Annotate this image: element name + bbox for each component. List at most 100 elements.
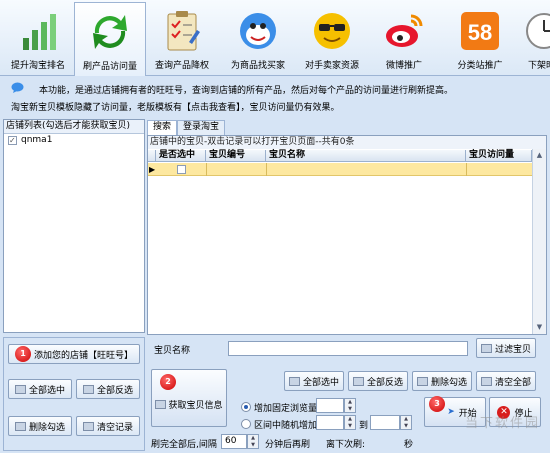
eraser-icon xyxy=(14,421,26,431)
step-1-badge: 1 xyxy=(14,346,31,362)
info-text-line1: 本功能，是通过店铺拥有者的旺旺号，查询到店铺的所有产品，然后对每个产品的访问量进… xyxy=(39,86,454,96)
random-min-input[interactable] xyxy=(316,415,344,430)
scroll-down-icon[interactable]: ▼ xyxy=(533,321,546,334)
invert-items-button[interactable]: 全部反选 xyxy=(348,371,408,391)
row-checkbox[interactable] xyxy=(177,165,186,174)
fixed-increase-input[interactable] xyxy=(316,398,344,413)
random-increase-label: 区间中随机增加 xyxy=(254,421,318,431)
add-shop-label: 添加您的店铺【旺旺号】 xyxy=(33,350,133,361)
scroll-up-icon[interactable]: ▲ xyxy=(533,149,546,162)
toolbar-label: 查询产品降权 xyxy=(154,61,209,71)
random-max-stepper[interactable]: ▲ ▼ xyxy=(400,415,412,430)
next-refresh-unit: 秒 xyxy=(404,440,414,450)
clear-shops-button[interactable]: 清空记录 xyxy=(76,416,140,436)
random-increase-radio[interactable] xyxy=(241,419,251,429)
refresh-arrows-icon xyxy=(93,15,127,49)
clipboard-check-icon xyxy=(167,11,200,51)
select-all-icon xyxy=(288,376,300,386)
info-text-line2: 淘宝新宝贝模板隐藏了访问量，老版模板有【点击我查看】，宝贝访问量仍有效果。 xyxy=(11,103,340,113)
fetch-icon xyxy=(155,399,167,409)
grid-caption: 店铺中的宝贝-双击记录可以打开宝贝页面--共有0条 xyxy=(148,136,546,149)
tab-login-taobao[interactable]: 登录淘宝 xyxy=(177,120,226,135)
grid-scrollbar[interactable]: ▲ ▼ xyxy=(532,149,546,334)
select-all-label: 全部选中 xyxy=(302,377,339,388)
fixed-increase-label: 增加固定浏览量 xyxy=(254,404,318,414)
random-max-input[interactable] xyxy=(370,415,400,430)
to-label: 到 xyxy=(359,421,369,431)
eraser-icon xyxy=(416,376,428,386)
bar-chart-icon xyxy=(23,14,56,50)
clock-icon xyxy=(526,13,550,49)
col-header-item-id[interactable]: 宝贝编号 xyxy=(206,150,266,162)
item-name-input[interactable] xyxy=(228,341,468,356)
fixed-increase-stepper[interactable]: ▲ ▼ xyxy=(344,398,356,413)
random-min-stepper[interactable]: ▲ ▼ xyxy=(344,415,356,430)
delete-checked-shops-button[interactable]: 删除勾选 xyxy=(8,416,72,436)
toolbar-item-weibo[interactable]: 微博推广 xyxy=(368,2,440,74)
interval-input[interactable]: 60 xyxy=(221,434,247,449)
toolbar-label: 对手卖家资源 xyxy=(304,61,359,71)
fixed-increase-radio[interactable] xyxy=(241,402,251,412)
invert-select-icon xyxy=(352,376,364,386)
add-shop-button[interactable]: 1 添加您的店铺【旺旺号】 xyxy=(8,344,140,364)
toolbar-label: 下架时 xyxy=(528,61,550,71)
toolbar-item-visits[interactable]: 刷产品访问量 xyxy=(74,2,146,76)
clear-label: 清空记录 xyxy=(96,422,133,433)
clear-all-items-button[interactable]: 清空全部 xyxy=(476,371,536,391)
weibo-icon xyxy=(386,14,423,47)
toolbar-item-find-buyers[interactable]: 为商品找买家 xyxy=(222,2,294,74)
shop-checkbox[interactable] xyxy=(8,134,17,147)
toolbar: 提升淘宝排名 刷产品访问量 查询产品降权 为商品找买家 对手卖家资源 微博推广 … xyxy=(0,0,550,76)
fetch-label: 获取宝贝信息 xyxy=(168,400,223,411)
filter-icon xyxy=(480,343,492,353)
watermark-text: 当下软件园 xyxy=(464,416,540,431)
shop-name: qnma1 xyxy=(21,135,53,145)
sunglasses-face-icon xyxy=(314,13,350,49)
col-header-item-name[interactable]: 宝贝名称 xyxy=(266,150,466,162)
clear-icon xyxy=(82,421,94,431)
interval-unit-label: 分钟后再刷 xyxy=(265,440,311,450)
toolbar-item-classified[interactable]: 58 分类站推广 xyxy=(444,2,516,74)
cell-divider xyxy=(206,163,207,176)
toolbar-label: 为商品找买家 xyxy=(230,61,285,71)
toolbar-label: 微博推广 xyxy=(385,61,422,71)
shop-actions-panel: 1 添加您的店铺【旺旺号】 全部选中 全部反选 删除勾选 清空记录 xyxy=(3,337,145,451)
table-row[interactable]: ▶ xyxy=(148,163,532,176)
chat-bubble-icon xyxy=(11,82,24,93)
select-all-items-button[interactable]: 全部选中 xyxy=(284,371,344,391)
58-logo-icon: 58 xyxy=(461,12,499,50)
toolbar-item-downweight[interactable]: 查询产品降权 xyxy=(146,2,218,74)
delete-checked-label: 删除勾选 xyxy=(430,377,467,388)
smiley-face-icon xyxy=(240,13,276,49)
cell-divider xyxy=(466,163,467,176)
tab-search[interactable]: 搜索 xyxy=(147,120,178,135)
grid-corner xyxy=(148,150,156,162)
interval-label: 刷完全部后,间隔 xyxy=(151,440,217,450)
invert-label: 全部反选 xyxy=(366,377,403,388)
toolbar-item-delist[interactable]: 下架时 xyxy=(516,2,550,74)
delete-checked-label: 删除勾选 xyxy=(28,422,65,433)
product-grid: 店铺中的宝贝-双击记录可以打开宝贝页面--共有0条 是否选中 宝贝编号 宝贝名称… xyxy=(147,135,547,335)
delete-checked-items-button[interactable]: 删除勾选 xyxy=(412,371,472,391)
next-refresh-label: 离下次刷: xyxy=(326,440,366,450)
play-icon: ➤ xyxy=(447,407,455,417)
select-all-label: 全部选中 xyxy=(28,385,65,396)
step-3-badge: 3 xyxy=(429,396,445,412)
invert-label: 全部反选 xyxy=(96,385,133,396)
toolbar-item-competitors[interactable]: 对手卖家资源 xyxy=(296,2,368,74)
filter-items-button[interactable]: 过滤宝贝 xyxy=(476,338,536,358)
shop-list-panel: 店铺列表(勾选后才能获取宝贝) qnma1 xyxy=(3,119,145,333)
filter-label: 过滤宝贝 xyxy=(494,344,531,355)
info-panel: 本功能，是通过店铺拥有者的旺旺号，查询到店铺的所有产品，然后对每个产品的访问量进… xyxy=(3,80,547,114)
select-all-shops-button[interactable]: 全部选中 xyxy=(8,379,72,399)
shop-list-header: 店铺列表(勾选后才能获取宝贝) xyxy=(4,120,144,134)
clear-icon xyxy=(480,376,492,386)
invert-shops-button[interactable]: 全部反选 xyxy=(76,379,140,399)
col-header-item-visits[interactable]: 宝贝访问量 xyxy=(466,150,532,162)
toolbar-item-rank[interactable]: 提升淘宝排名 xyxy=(2,2,74,74)
cell-divider xyxy=(266,163,267,176)
col-header-selected[interactable]: 是否选中 xyxy=(156,150,206,162)
interval-stepper[interactable]: ▲ ▼ xyxy=(247,434,259,449)
fetch-items-button[interactable]: 2 获取宝贝信息 xyxy=(151,369,227,427)
shop-list-item[interactable]: qnma1 xyxy=(4,134,144,147)
